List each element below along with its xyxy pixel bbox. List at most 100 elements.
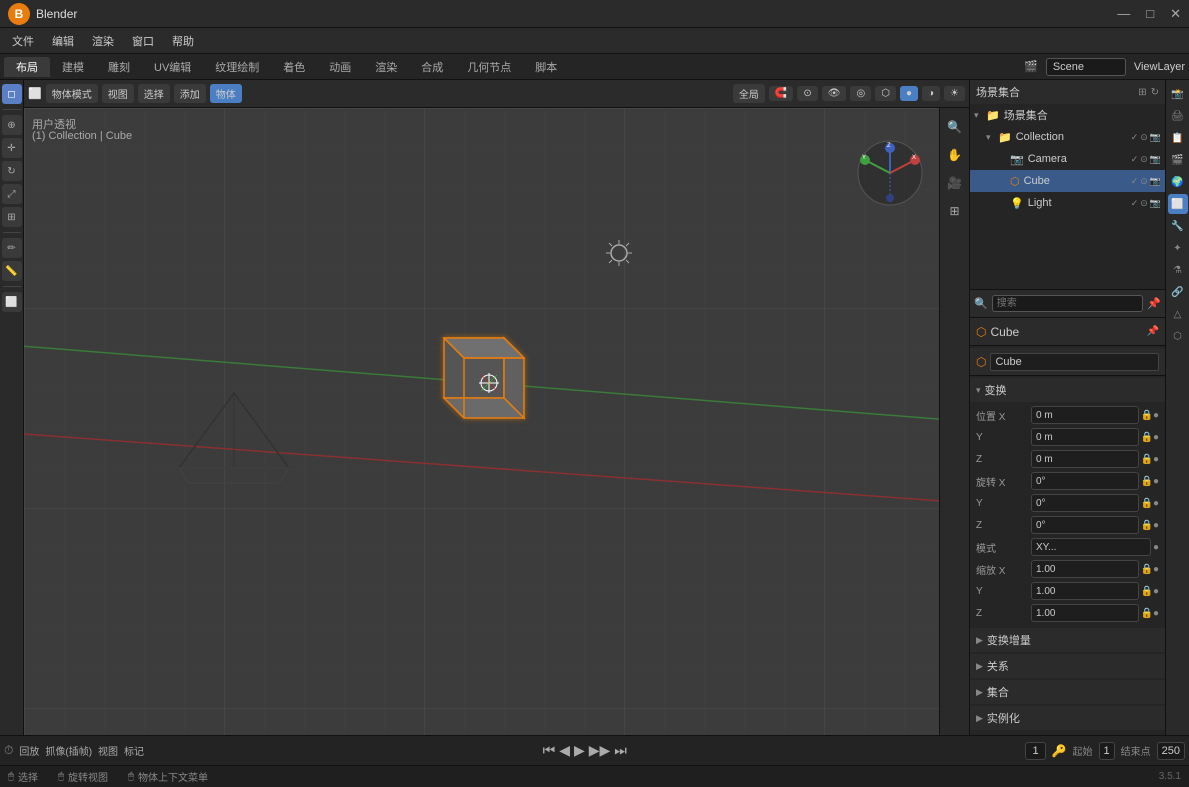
prop-tab-scene[interactable]: 🎬 [1168, 150, 1188, 170]
prop-tab-render[interactable]: 📸 [1168, 84, 1188, 104]
tool-annotate[interactable]: ✏ [2, 238, 22, 258]
object-menu[interactable]: 物体 [210, 84, 242, 103]
collection-vis-icon[interactable]: ✓ [1131, 132, 1139, 143]
pos-y-anim[interactable]: ● [1153, 432, 1159, 443]
scene-input[interactable] [1046, 58, 1126, 76]
prop-tab-object[interactable]: ⬜ [1168, 194, 1188, 214]
tab-compositing[interactable]: 合成 [409, 57, 455, 77]
relations-section[interactable]: ▶ 关系 [970, 654, 1165, 678]
camera-hide-icon[interactable]: 📷 [1150, 154, 1161, 165]
rot-y-anim[interactable]: ● [1153, 498, 1159, 509]
scale-y-anim[interactable]: ● [1153, 586, 1159, 597]
snap-btn[interactable]: 🧲 [769, 86, 793, 101]
xray-btn[interactable]: ◎ [850, 86, 871, 101]
rot-y-value[interactable]: 0° [1031, 494, 1139, 512]
pos-z-value[interactable]: 0 m [1031, 450, 1139, 468]
maximize-btn[interactable]: □ [1146, 6, 1154, 22]
tab-modeling[interactable]: 建模 [50, 57, 96, 77]
delta-transform-section[interactable]: ▶ 变换增量 [970, 628, 1165, 652]
scale-x-lock[interactable]: 🔒 [1141, 564, 1153, 575]
mode-selector[interactable]: 物体模式 [46, 84, 98, 103]
outliner-item-camera[interactable]: 📷 Camera ✓ ⊙ 📷 [970, 148, 1165, 170]
prop-tab-constraints[interactable]: 🔗 [1168, 282, 1188, 302]
prop-tab-material[interactable]: ⬡ [1168, 326, 1188, 346]
view-label-tl[interactable]: 视图 [98, 743, 118, 758]
tool-scale[interactable]: ⤢ [2, 184, 22, 204]
shading-solid[interactable]: ● [900, 86, 918, 101]
mode-anim[interactable]: ● [1153, 542, 1159, 553]
active-object-pin[interactable]: 📌 [1147, 326, 1159, 337]
menu-file[interactable]: 文件 [4, 31, 42, 51]
scale-z-anim[interactable]: ● [1153, 608, 1159, 619]
tool-select[interactable]: ◻ [2, 84, 22, 104]
collection-render-icon[interactable]: ⊙ [1140, 132, 1148, 143]
properties-search[interactable] [992, 295, 1144, 312]
shading-material[interactable]: ◑ [922, 86, 940, 101]
light-vis-icon[interactable]: ✓ [1131, 198, 1139, 209]
prop-tab-particles[interactable]: ✦ [1168, 238, 1188, 258]
rot-x-anim[interactable]: ● [1153, 476, 1159, 487]
pos-x-value[interactable]: 0 m [1031, 406, 1139, 424]
rot-x-value[interactable]: 0° [1031, 472, 1139, 490]
play-btn[interactable]: ▶ [574, 742, 585, 759]
tab-geometry-nodes[interactable]: 几何节点 [455, 57, 523, 77]
jump-end-btn[interactable]: ⏭ [614, 742, 627, 759]
light-hide-icon[interactable]: 📷 [1150, 198, 1161, 209]
rot-z-value[interactable]: 0° [1031, 516, 1139, 534]
tool-add-cube[interactable]: ⬜ [2, 292, 22, 312]
grab-btn[interactable]: ✋ [944, 144, 966, 166]
camera-vis-icon[interactable]: ✓ [1131, 154, 1139, 165]
minimize-btn[interactable]: — [1117, 6, 1130, 22]
tab-texture-paint[interactable]: 纹理绘制 [203, 57, 271, 77]
scale-z-lock[interactable]: 🔒 [1141, 608, 1153, 619]
instancing-section[interactable]: ▶ 实例化 [970, 706, 1165, 730]
cube-render-icon[interactable]: ⊙ [1140, 176, 1148, 187]
tool-move[interactable]: ✛ [2, 138, 22, 158]
scale-z-value[interactable]: 1.00 [1031, 604, 1139, 622]
prop-tab-output[interactable]: 🖨 [1168, 106, 1188, 126]
camera-render-icon[interactable]: ⊙ [1140, 154, 1148, 165]
view-menu[interactable]: 视图 [102, 84, 134, 103]
object-data-selector[interactable]: Cube [990, 353, 1159, 371]
cube-hide-icon[interactable]: 📷 [1150, 176, 1161, 187]
shading-wireframe[interactable]: ⬡ [875, 86, 896, 101]
outliner-item-light[interactable]: 💡 Light ✓ ⊙ 📷 [970, 192, 1165, 214]
end-frame[interactable]: 250 [1157, 742, 1185, 760]
next-frame-btn[interactable]: ▶▶ [589, 742, 611, 759]
collection-hide-icon[interactable]: 📷 [1150, 132, 1161, 143]
menu-window[interactable]: 窗口 [124, 31, 162, 51]
light-render-icon[interactable]: ⊙ [1140, 198, 1148, 209]
quad-view-btn[interactable]: ⊞ [944, 200, 966, 222]
scale-x-value[interactable]: 1.00 [1031, 560, 1139, 578]
zoom-in-btn[interactable]: 🔍 [944, 116, 966, 138]
add-menu[interactable]: 添加 [174, 84, 206, 103]
cube-vis-icon[interactable]: ✓ [1131, 176, 1139, 187]
prop-tab-world[interactable]: 🌍 [1168, 172, 1188, 192]
prop-tab-modifiers[interactable]: 🔧 [1168, 216, 1188, 236]
jump-start-btn[interactable]: ⏮ [543, 742, 556, 759]
rot-x-lock[interactable]: 🔒 [1141, 476, 1153, 487]
rot-y-lock[interactable]: 🔒 [1141, 498, 1153, 509]
menu-help[interactable]: 帮助 [164, 31, 202, 51]
tab-animation[interactable]: 动画 [317, 57, 363, 77]
pin-icon[interactable]: 📌 [1147, 297, 1161, 310]
tool-rotate[interactable]: ↻ [2, 161, 22, 181]
viewport-canvas[interactable]: 用户透视 (1) Collection | Cube [24, 108, 969, 735]
collection-section[interactable]: ▶ 集合 [970, 680, 1165, 704]
outliner-item-cube[interactable]: ⬡ Cube ✓ ⊙ 📷 [970, 170, 1165, 192]
tab-rendering[interactable]: 渲染 [363, 57, 409, 77]
rot-z-lock[interactable]: 🔒 [1141, 520, 1153, 531]
outliner-item-scene[interactable]: ▾ 📁 场景集合 [970, 104, 1165, 126]
shading-rendered[interactable]: ☀ [944, 86, 965, 101]
tool-measure[interactable]: 📏 [2, 261, 22, 281]
scale-y-lock[interactable]: 🔒 [1141, 586, 1153, 597]
pos-y-lock[interactable]: 🔒 [1141, 432, 1153, 443]
viewport[interactable]: ⬜ 物体模式 视图 选择 添加 物体 全局 🧲 ⊙ 👁 ◎ ⬡ ● ◑ ☀ [24, 80, 969, 735]
close-btn[interactable]: ✕ [1170, 6, 1181, 22]
rot-z-anim[interactable]: ● [1153, 520, 1159, 531]
scale-y-value[interactable]: 1.00 [1031, 582, 1139, 600]
pos-y-value[interactable]: 0 m [1031, 428, 1139, 446]
sync-label[interactable]: 抓像(插帧) [45, 743, 92, 758]
prev-frame-btn[interactable]: ◀ [559, 742, 570, 759]
sync-icon[interactable]: ↻ [1151, 87, 1159, 98]
